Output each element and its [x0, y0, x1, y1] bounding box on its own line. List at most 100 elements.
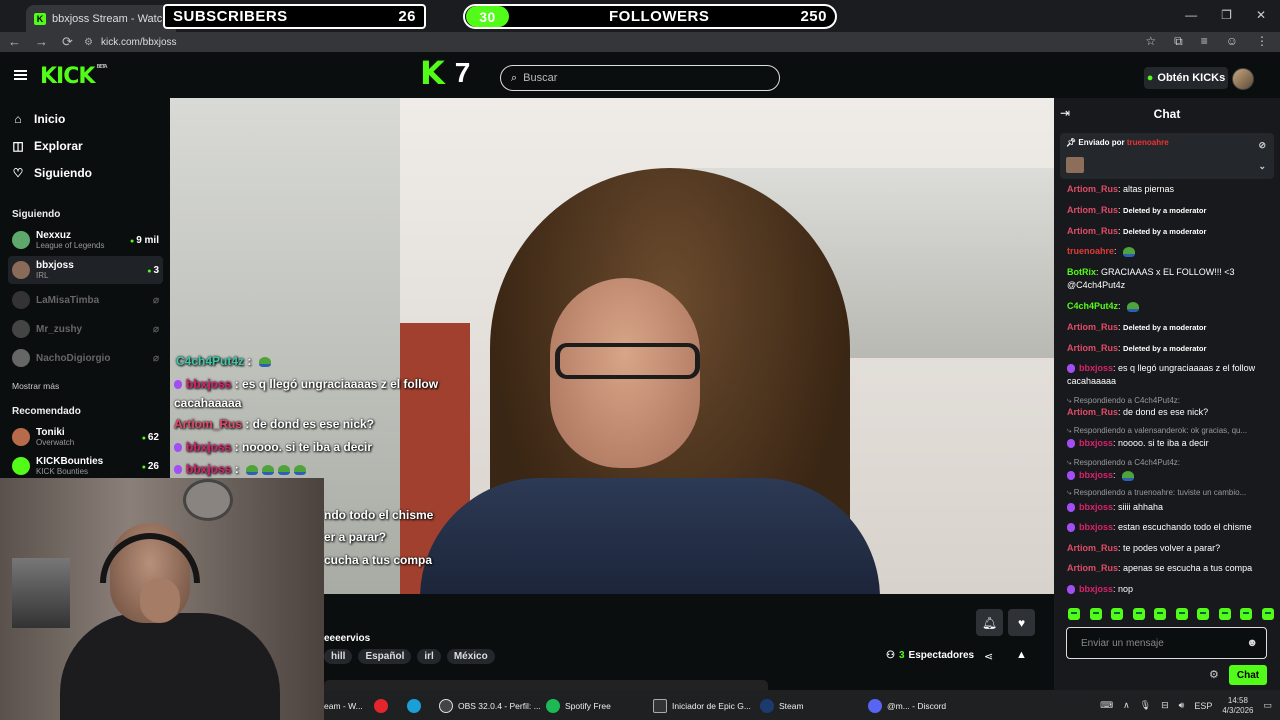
chat-username[interactable]: BotRix — [1067, 267, 1096, 277]
tag-chip[interactable]: Español — [358, 649, 412, 664]
nav-siguiendo[interactable]: ♡ Siguiendo — [12, 166, 92, 180]
emote-icon[interactable] — [1175, 608, 1188, 620]
keyboard-icon[interactable]: ⌨ — [1100, 700, 1113, 711]
pinned-message[interactable]: 📌︎ Enviado por truenoahre ⊘ ⌄ — [1060, 133, 1274, 179]
back-button[interactable]: ← — [8, 34, 21, 50]
site-info-icon[interactable]: ⚙ — [84, 37, 93, 48]
kick-logo[interactable]: KICK BETA — [40, 64, 108, 89]
chat-username[interactable]: bbxjoss — [1079, 502, 1113, 512]
vip-badge-icon — [174, 465, 182, 475]
emote-icon[interactable] — [1111, 608, 1124, 620]
channel-nachodigiorgio[interactable]: NachoDigiorgio ⌀ — [8, 344, 163, 372]
tag-chip[interactable]: México — [446, 649, 495, 664]
clock-time: 14:58 — [1227, 695, 1248, 705]
chat-username[interactable]: C4ch4Put4z — [1067, 301, 1118, 311]
subscribers-label: SUBSCRIBERS — [173, 8, 288, 25]
microphone-icon[interactable]: 🎙︎ — [1140, 700, 1151, 711]
chat-username[interactable]: Artiom_Rus — [1067, 322, 1118, 332]
taskbar-clock[interactable]: 14:58 4/3/2026 — [1222, 696, 1253, 716]
user-avatar[interactable] — [1232, 68, 1254, 90]
chat-username[interactable]: Artiom_Rus — [1067, 205, 1118, 215]
emote-icon[interactable] — [1068, 608, 1080, 620]
network-icon[interactable]: ⊟ — [1161, 700, 1169, 711]
nav-inicio[interactable]: ⌂ Inicio — [12, 112, 65, 126]
get-kicks-button[interactable]: ● Obtén KICKs — [1144, 67, 1228, 89]
nav-siguiendo-label: Siguiendo — [34, 166, 92, 180]
close-button[interactable]: ✕ — [1256, 8, 1266, 22]
chat-username[interactable]: bbxjoss — [1079, 438, 1113, 448]
channel-name: Nexxuz — [36, 230, 72, 241]
chat-username[interactable]: bbxjoss — [1079, 363, 1113, 373]
profile-icon[interactable]: ☺ — [1226, 34, 1238, 49]
taskbar-item[interactable]: Steam — [760, 693, 804, 718]
taskbar-item[interactable] — [407, 693, 421, 718]
emoji-picker-icon[interactable]: ☻ — [1246, 637, 1258, 649]
taskbar-item[interactable]: OBS 32.0.4 - Perfil: ... — [439, 693, 541, 718]
chevron-down-icon[interactable]: ⌄ — [1258, 161, 1266, 172]
chat-username[interactable]: bbxjoss — [1079, 522, 1113, 532]
reload-button[interactable]: ⟳ — [62, 34, 73, 50]
tag-chip[interactable]: hill — [324, 649, 353, 664]
hide-pin-icon[interactable]: ⊘ — [1258, 140, 1266, 151]
channel-kickbounties[interactable]: KICKBountiesKICK Bounties 26 — [8, 452, 163, 480]
emote-icon[interactable] — [1089, 608, 1102, 620]
subscribers-goal-bar: SUBSCRIBERS 26 — [163, 4, 426, 29]
pinned-prefix: Enviado por — [1078, 138, 1125, 147]
home-icon: ⌂ — [14, 112, 22, 126]
send-chat-button[interactable]: Chat — [1229, 665, 1267, 685]
emote-icon[interactable] — [1261, 608, 1274, 620]
media-controls-icon[interactable]: ≡ — [1201, 34, 1208, 49]
show-more-link[interactable]: Mostrar más — [12, 381, 59, 391]
channel-lamisatimba[interactable]: LaMisaTimba ⌀ — [8, 286, 163, 314]
chat-username[interactable]: Artiom_Rus — [1067, 184, 1118, 194]
search-input[interactable]: ⌕ Buscar — [500, 65, 780, 91]
taskbar-item[interactable]: Iniciador de Epic G... — [653, 693, 751, 718]
maximize-button[interactable]: ❐ — [1221, 8, 1232, 22]
channel-bbxjoss[interactable]: bbxjossIRL 3 — [8, 256, 163, 284]
bookmark-star-icon[interactable]: ☆ — [1145, 34, 1156, 49]
emote-icon[interactable] — [1154, 608, 1167, 620]
hamburger-menu-icon[interactable] — [14, 70, 27, 80]
emote-icon[interactable] — [1240, 608, 1253, 620]
emote-icon[interactable] — [1197, 608, 1210, 620]
language-indicator[interactable]: ESP — [1194, 701, 1212, 711]
notification-bell-button[interactable]: 🔔︎ — [976, 609, 1003, 636]
menu-icon[interactable]: ⋮ — [1256, 34, 1268, 49]
channel-nexxuz[interactable]: NexxuzLeague of Legends 9 mil — [8, 226, 163, 254]
follow-heart-button[interactable]: ♥ — [1008, 609, 1035, 636]
chat-username[interactable]: Artiom_Rus — [1067, 343, 1118, 353]
chat-username[interactable]: bbxjoss — [1079, 584, 1113, 594]
notifications-icon[interactable]: ▭ — [1263, 700, 1272, 711]
volume-icon[interactable]: 🔊︎ — [1179, 700, 1185, 711]
taskbar-item[interactable]: Spotify Free — [546, 693, 611, 718]
overlay-chat-user: bbxjoss — [186, 377, 232, 391]
tag-chip[interactable]: irl — [417, 649, 441, 664]
extensions-icon[interactable]: ⧉ — [1174, 34, 1183, 49]
nav-explorar[interactable]: ◫ Explorar — [12, 139, 82, 153]
chat-settings-gear-icon[interactable]: ⚙ — [1209, 668, 1219, 681]
report-warning-icon[interactable]: ▲ — [1016, 649, 1027, 661]
chat-username[interactable]: truenoahre — [1067, 246, 1114, 256]
taskbar-item[interactable]: eam - W... — [324, 693, 363, 718]
url-field[interactable]: ⚙ kick.com/bbxjoss — [84, 34, 1160, 50]
overlay-chat-user: bbxjoss — [186, 440, 232, 454]
emote-icon[interactable] — [1132, 608, 1145, 620]
chat-message-input[interactable]: Enviar un mensaje ☻ — [1066, 627, 1267, 659]
chat-username[interactable]: Artiom_Rus — [1067, 563, 1118, 573]
taskbar-item[interactable]: @m... - Discord — [868, 693, 946, 718]
chat-username[interactable]: bbxjoss — [1079, 470, 1113, 480]
share-icon[interactable]: ⋖ — [984, 650, 993, 663]
minimize-button[interactable]: — — [1185, 8, 1197, 22]
chat-username[interactable]: Artiom_Rus — [1067, 543, 1118, 553]
chat-username[interactable]: Artiom_Rus — [1067, 407, 1118, 417]
reply-text: Respondiendo a C4ch4Put4z: — [1073, 458, 1180, 467]
taskbar-item[interactable] — [374, 693, 388, 718]
chat-username[interactable]: Artiom_Rus — [1067, 226, 1118, 236]
emote-icon[interactable] — [1218, 608, 1231, 620]
channel-toniki[interactable]: TonikiOverwatch 62 — [8, 423, 163, 451]
forward-button[interactable]: → — [35, 34, 48, 50]
steam-icon — [760, 698, 774, 713]
browser-tab[interactable]: K bbxjoss Stream - Watch Liv — [26, 5, 176, 32]
channel-mr-zushy[interactable]: Mr_zushy ⌀ — [8, 315, 163, 343]
show-hidden-icons-icon[interactable]: ∧ — [1123, 700, 1130, 711]
